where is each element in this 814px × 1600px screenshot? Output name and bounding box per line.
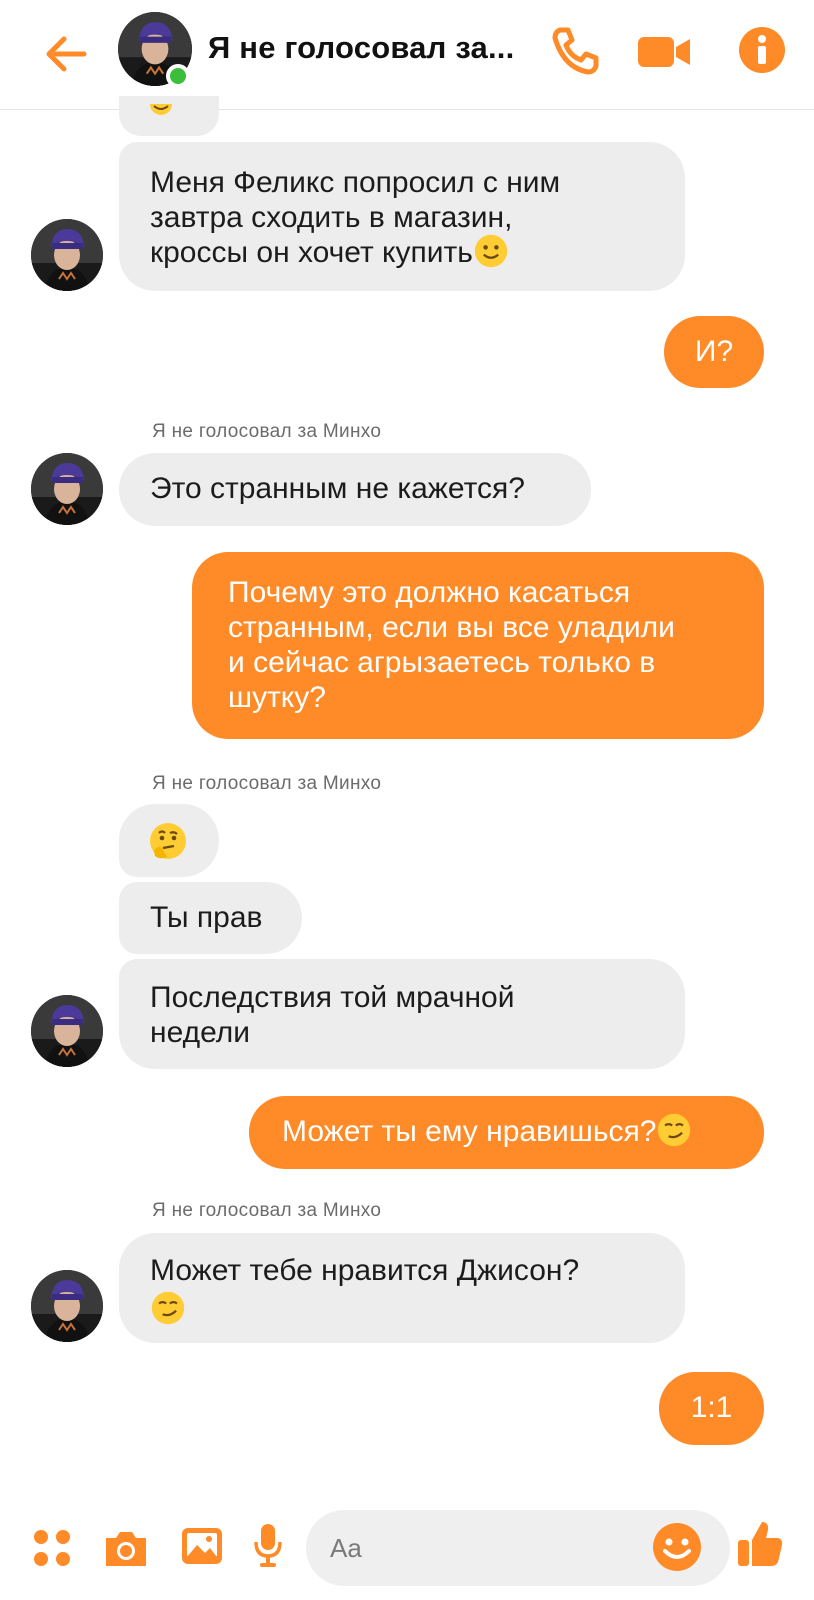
arrow-left-icon[interactable] xyxy=(40,28,92,80)
thinking-face-emoji xyxy=(150,823,186,859)
sender-name-label: Я не голосовал за Минхо xyxy=(152,421,382,442)
message-bubble-outgoing[interactable]: И? xyxy=(664,316,764,388)
message-text: И? xyxy=(694,335,734,368)
sender-avatar[interactable] xyxy=(31,219,103,291)
sender-name-label: Я не голосовал за Минхо xyxy=(152,1200,382,1221)
message-text: Это странным не кажется? xyxy=(150,472,525,505)
slight-smile-emoji xyxy=(473,233,509,269)
message-text: недели xyxy=(150,1016,251,1049)
message-text: Может тебе нравится Джисон? xyxy=(150,1254,580,1287)
message-text: шутку? xyxy=(228,681,326,714)
message-bubble-partial xyxy=(119,96,219,136)
message-bubble-incoming[interactable] xyxy=(119,804,219,877)
sender-avatar[interactable] xyxy=(31,995,103,1067)
message-text: 1:1 xyxy=(690,1391,733,1424)
message-text: Ты прав xyxy=(150,901,263,934)
message-text: странным, если вы все уладили xyxy=(228,611,675,644)
sender-avatar[interactable] xyxy=(31,1270,103,1342)
message-text: завтра сходить в магазин, xyxy=(150,201,513,234)
message-bubble-incoming[interactable]: Может тебе нравится Джисон? xyxy=(119,1233,685,1343)
online-status-dot xyxy=(166,64,190,88)
contact-name[interactable]: Я не голосовал за... xyxy=(208,30,514,66)
message-bubble-incoming[interactable]: Ты прав xyxy=(119,882,302,954)
video-camera-icon[interactable] xyxy=(636,32,692,72)
apps-icon[interactable] xyxy=(32,1528,72,1568)
message-text: и сейчас агрызаетесь только в xyxy=(228,646,656,679)
info-icon[interactable] xyxy=(738,26,786,74)
emoji-icon[interactable] xyxy=(652,1522,702,1572)
sender-name-label: Я не голосовал за Минхо xyxy=(152,773,382,794)
message-bubble-incoming[interactable]: Меня Феликс попросил с ним завтра сходит… xyxy=(119,142,685,291)
smirking-face-emoji xyxy=(657,1112,692,1148)
message-bubble-outgoing[interactable]: Почему это должно касаться странным, есл… xyxy=(192,552,764,739)
message-text: Почему это должно касаться xyxy=(228,576,631,609)
message-bubble-outgoing[interactable]: 1:1 xyxy=(659,1372,764,1445)
emoji-icon xyxy=(150,104,172,115)
message-text: Может ты ему нравишься? xyxy=(282,1115,657,1148)
message-text: Последствия той мрачной xyxy=(150,981,515,1014)
message-bubble-outgoing[interactable]: Может ты ему нравишься? xyxy=(249,1096,764,1169)
message-bubble-incoming[interactable]: Последствия той мрачной недели xyxy=(119,959,685,1069)
sender-avatar[interactable] xyxy=(31,453,103,525)
smirking-face-emoji xyxy=(150,1290,186,1326)
message-bubble-incoming[interactable]: Это странным не кажется? xyxy=(119,453,591,526)
camera-icon[interactable] xyxy=(102,1528,150,1568)
chat-header: Я не голосовал за... xyxy=(0,0,814,110)
message-text: Меня Феликс попросил с ним xyxy=(150,166,561,199)
gallery-icon[interactable] xyxy=(180,1526,224,1566)
microphone-icon[interactable] xyxy=(252,1522,284,1568)
thumbs-up-icon[interactable] xyxy=(736,1518,784,1568)
message-text: кроссы он хочет купить xyxy=(150,233,685,270)
message-composer xyxy=(0,1498,814,1600)
phone-icon[interactable] xyxy=(548,24,602,78)
